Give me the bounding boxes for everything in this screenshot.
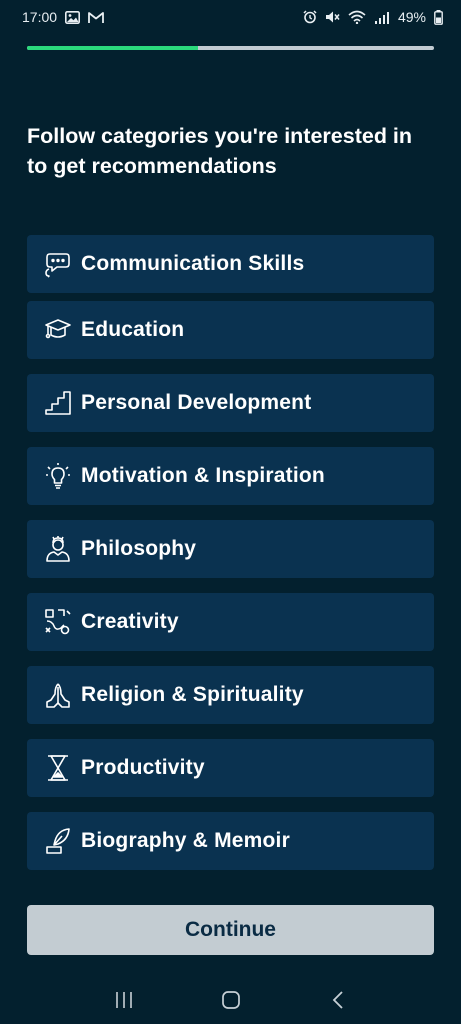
status-bar: 17:00 49% [0,0,461,34]
recent-apps-icon [115,991,132,1008]
category-education[interactable]: Education [27,301,434,359]
category-philosophy[interactable]: Philosophy [27,520,434,578]
category-biography-memoir[interactable]: Biography & Memoir [27,812,434,870]
status-time: 17:00 [22,9,58,25]
praying-hands-icon [43,680,73,710]
category-motivation-inspiration[interactable]: Motivation & Inspiration [27,447,434,505]
gmail-notification-icon [88,11,104,24]
status-right: 49% [303,9,443,25]
category-label: Biography & Memoir [81,829,290,852]
recent-apps-button[interactable] [104,980,144,1020]
system-nav-bar [0,975,461,1024]
progress-fill [27,46,198,50]
lightbulb-icon [43,461,73,491]
back-icon [332,990,343,1009]
home-icon [221,990,240,1009]
category-label: Creativity [81,610,179,633]
category-creativity[interactable]: Creativity [27,593,434,651]
home-button[interactable] [211,980,251,1020]
status-left: 17:00 [22,9,104,25]
stairs-icon [43,388,73,418]
wifi-icon [348,10,366,24]
quill-icon [43,826,73,856]
battery-icon [434,9,443,25]
category-label: Motivation & Inspiration [81,464,325,487]
category-personal-development[interactable]: Personal Development [27,374,434,432]
continue-button[interactable]: Continue [27,905,434,955]
category-label: Religion & Spirituality [81,683,304,706]
back-button[interactable] [318,980,358,1020]
category-productivity[interactable]: Productivity [27,739,434,797]
thinker-icon [43,534,73,564]
battery-percent: 49% [397,9,426,25]
graduation-cap-icon [43,315,73,345]
mute-icon [325,10,340,24]
onboarding-progress-bar [27,46,434,50]
gallery-notification-icon [65,10,81,24]
category-label: Personal Development [81,391,312,414]
alarm-icon [303,10,317,24]
category-label: Productivity [81,756,205,779]
category-label: Education [81,318,185,341]
hourglass-icon [43,753,73,783]
speech-bubbles-icon [43,249,73,279]
signal-icon [374,11,390,24]
creativity-icon [43,607,73,637]
category-label: Philosophy [81,537,197,560]
category-label: Communication Skills [81,252,305,275]
screen: 17:00 49% Follow categories you're inter… [0,0,461,1024]
category-communication-skills[interactable]: Communication Skills [27,235,434,293]
page-title: Follow categories you're interested in t… [27,124,413,178]
category-religion-spirituality[interactable]: Religion & Spirituality [27,666,434,724]
